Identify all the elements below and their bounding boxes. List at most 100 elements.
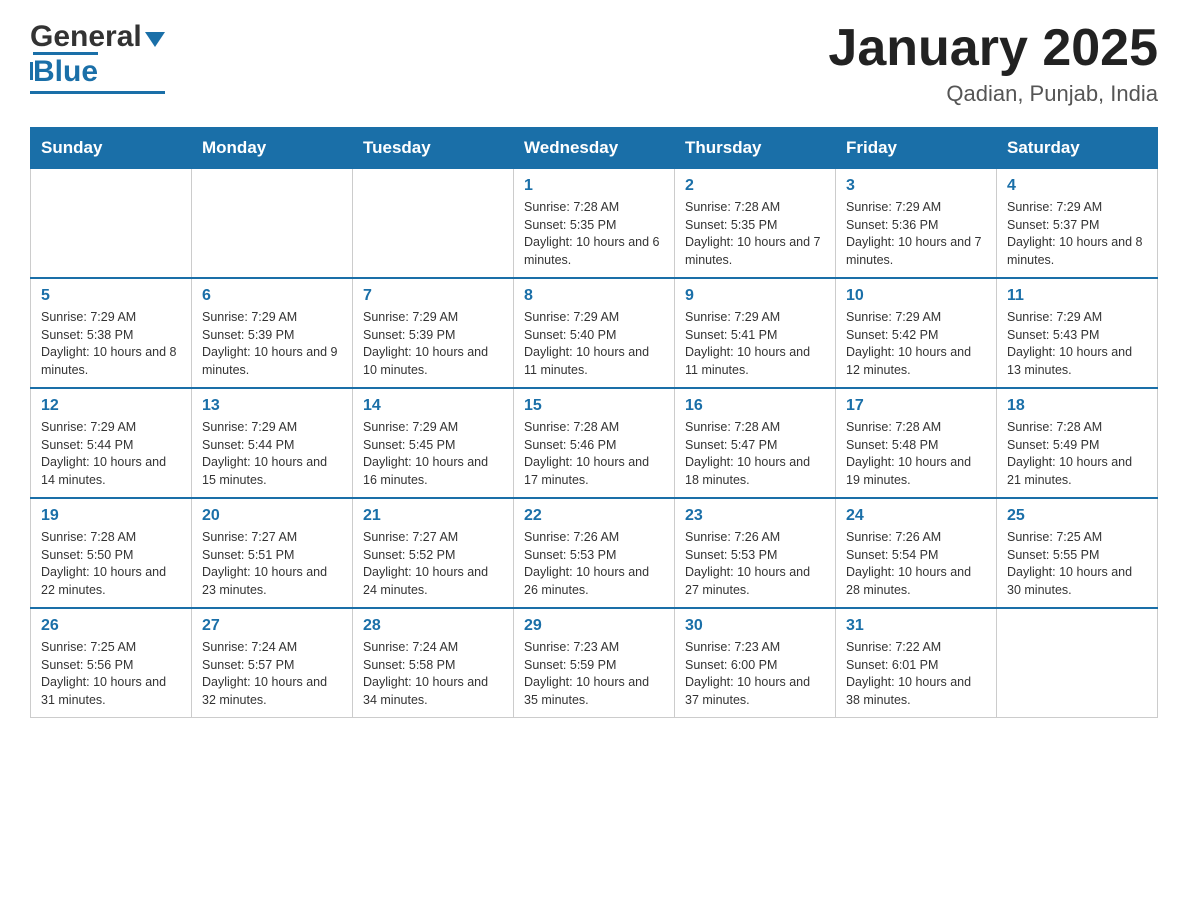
calendar-table: SundayMondayTuesdayWednesdayThursdayFrid… bbox=[30, 127, 1158, 718]
calendar-cell: 25 Sunrise: 7:25 AM Sunset: 5:55 PM Dayli… bbox=[997, 498, 1158, 608]
calendar-cell: 7 Sunrise: 7:29 AM Sunset: 5:39 PM Daylig… bbox=[353, 278, 514, 388]
day-of-week-header: Thursday bbox=[675, 128, 836, 169]
calendar-cell: 13Sunrise: 7:29 AM Sunset: 5:44 PM Dayli… bbox=[192, 388, 353, 498]
calendar-cell bbox=[31, 169, 192, 279]
day-number: 2 bbox=[685, 177, 825, 195]
day-number: 13 bbox=[202, 397, 342, 415]
logo-general-text: General bbox=[30, 20, 142, 54]
day-number: 12 bbox=[41, 397, 181, 415]
day-of-week-header: Friday bbox=[836, 128, 997, 169]
day-info: Sunrise: 7:28 AM Sunset: 5:49 PM Dayligh… bbox=[1007, 419, 1147, 489]
calendar-cell: 22 Sunrise: 7:26 AM Sunset: 5:53 PM Dayli… bbox=[514, 498, 675, 608]
calendar-cell: 15Sunrise: 7:28 AM Sunset: 5:46 PM Dayli… bbox=[514, 388, 675, 498]
day-number: 5 bbox=[41, 287, 181, 305]
calendar-cell: 28 Sunrise: 7:24 AM Sunset: 5:58 PM Dayli… bbox=[353, 608, 514, 718]
day-info: Sunrise: 7:29 AM Sunset: 5:41 PM Dayligh… bbox=[685, 309, 825, 379]
calendar-cell: 2 Sunrise: 7:28 AM Sunset: 5:35 PM Daylig… bbox=[675, 169, 836, 279]
day-info: Sunrise: 7:26 AM Sunset: 5:53 PM Dayligh… bbox=[524, 529, 664, 599]
calendar-cell: 17 Sunrise: 7:28 AM Sunset: 5:48 PM Dayli… bbox=[836, 388, 997, 498]
calendar-cell: 24 Sunrise: 7:26 AM Sunset: 5:54 PM Dayli… bbox=[836, 498, 997, 608]
day-number: 22 bbox=[524, 507, 664, 525]
logo-blue-text: Blue bbox=[33, 52, 98, 89]
day-of-week-header: Saturday bbox=[997, 128, 1158, 169]
calendar-cell: 16 Sunrise: 7:28 AM Sunset: 5:47 PM Dayli… bbox=[675, 388, 836, 498]
calendar-cell: 29 Sunrise: 7:23 AM Sunset: 5:59 PM Dayli… bbox=[514, 608, 675, 718]
day-info: Sunrise: 7:28 AM Sunset: 5:46 PM Dayligh… bbox=[524, 419, 664, 489]
calendar-cell: 19Sunrise: 7:28 AM Sunset: 5:50 PM Dayli… bbox=[31, 498, 192, 608]
day-info: Sunrise: 7:29 AM Sunset: 5:39 PM Dayligh… bbox=[363, 309, 503, 379]
calendar-cell: 4 Sunrise: 7:29 AM Sunset: 5:37 PM Daylig… bbox=[997, 169, 1158, 279]
day-info: Sunrise: 7:26 AM Sunset: 5:54 PM Dayligh… bbox=[846, 529, 986, 599]
calendar-cell: 31Sunrise: 7:22 AM Sunset: 6:01 PM Dayli… bbox=[836, 608, 997, 718]
calendar-cell: 14Sunrise: 7:29 AM Sunset: 5:45 PM Dayli… bbox=[353, 388, 514, 498]
calendar-cell: 3 Sunrise: 7:29 AM Sunset: 5:36 PM Daylig… bbox=[836, 169, 997, 279]
day-info: Sunrise: 7:28 AM Sunset: 5:50 PM Dayligh… bbox=[41, 529, 181, 599]
day-number: 6 bbox=[202, 287, 342, 305]
day-info: Sunrise: 7:27 AM Sunset: 5:52 PM Dayligh… bbox=[363, 529, 503, 599]
calendar-cell: 20 Sunrise: 7:27 AM Sunset: 5:51 PM Dayli… bbox=[192, 498, 353, 608]
location: Qadian, Punjab, India bbox=[828, 81, 1158, 107]
day-number: 18 bbox=[1007, 397, 1147, 415]
day-number: 9 bbox=[685, 287, 825, 305]
day-info: Sunrise: 7:25 AM Sunset: 5:56 PM Dayligh… bbox=[41, 639, 181, 709]
calendar-cell: 23Sunrise: 7:26 AM Sunset: 5:53 PM Dayli… bbox=[675, 498, 836, 608]
calendar-cell: 8 Sunrise: 7:29 AM Sunset: 5:40 PM Daylig… bbox=[514, 278, 675, 388]
calendar-cell: 11Sunrise: 7:29 AM Sunset: 5:43 PM Dayli… bbox=[997, 278, 1158, 388]
calendar-cell: 10Sunrise: 7:29 AM Sunset: 5:42 PM Dayli… bbox=[836, 278, 997, 388]
day-number: 17 bbox=[846, 397, 986, 415]
month-title: January 2025 bbox=[828, 20, 1158, 77]
day-number: 24 bbox=[846, 507, 986, 525]
logo: General Blue bbox=[30, 20, 165, 94]
calendar-cell: 9 Sunrise: 7:29 AM Sunset: 5:41 PM Daylig… bbox=[675, 278, 836, 388]
calendar-cell: 12 Sunrise: 7:29 AM Sunset: 5:44 PM Dayli… bbox=[31, 388, 192, 498]
day-info: Sunrise: 7:28 AM Sunset: 5:35 PM Dayligh… bbox=[685, 199, 825, 269]
day-number: 31 bbox=[846, 617, 986, 635]
day-info: Sunrise: 7:24 AM Sunset: 5:58 PM Dayligh… bbox=[363, 639, 503, 709]
day-info: Sunrise: 7:29 AM Sunset: 5:39 PM Dayligh… bbox=[202, 309, 342, 379]
day-of-week-header: Sunday bbox=[31, 128, 192, 169]
day-of-week-header: Wednesday bbox=[514, 128, 675, 169]
day-info: Sunrise: 7:24 AM Sunset: 5:57 PM Dayligh… bbox=[202, 639, 342, 709]
calendar-cell: 27 Sunrise: 7:24 AM Sunset: 5:57 PM Dayli… bbox=[192, 608, 353, 718]
day-number: 3 bbox=[846, 177, 986, 195]
day-number: 7 bbox=[363, 287, 503, 305]
day-number: 4 bbox=[1007, 177, 1147, 195]
calendar-cell: 1Sunrise: 7:28 AM Sunset: 5:35 PM Daylig… bbox=[514, 169, 675, 279]
day-info: Sunrise: 7:28 AM Sunset: 5:48 PM Dayligh… bbox=[846, 419, 986, 489]
day-info: Sunrise: 7:29 AM Sunset: 5:43 PM Dayligh… bbox=[1007, 309, 1147, 379]
calendar-cell bbox=[997, 608, 1158, 718]
calendar-cell: 26 Sunrise: 7:25 AM Sunset: 5:56 PM Dayli… bbox=[31, 608, 192, 718]
day-number: 20 bbox=[202, 507, 342, 525]
day-number: 28 bbox=[363, 617, 503, 635]
day-info: Sunrise: 7:27 AM Sunset: 5:51 PM Dayligh… bbox=[202, 529, 342, 599]
day-number: 27 bbox=[202, 617, 342, 635]
calendar-cell: 30Sunrise: 7:23 AM Sunset: 6:00 PM Dayli… bbox=[675, 608, 836, 718]
calendar-week-row: 12 Sunrise: 7:29 AM Sunset: 5:44 PM Dayli… bbox=[31, 388, 1158, 498]
calendar-header-row: SundayMondayTuesdayWednesdayThursdayFrid… bbox=[31, 128, 1158, 169]
day-info: Sunrise: 7:29 AM Sunset: 5:42 PM Dayligh… bbox=[846, 309, 986, 379]
day-number: 8 bbox=[524, 287, 664, 305]
day-info: Sunrise: 7:28 AM Sunset: 5:47 PM Dayligh… bbox=[685, 419, 825, 489]
day-number: 30 bbox=[685, 617, 825, 635]
day-info: Sunrise: 7:29 AM Sunset: 5:40 PM Dayligh… bbox=[524, 309, 664, 379]
day-info: Sunrise: 7:23 AM Sunset: 5:59 PM Dayligh… bbox=[524, 639, 664, 709]
calendar-cell bbox=[192, 169, 353, 279]
calendar-week-row: 5Sunrise: 7:29 AM Sunset: 5:38 PM Daylig… bbox=[31, 278, 1158, 388]
day-of-week-header: Tuesday bbox=[353, 128, 514, 169]
day-number: 26 bbox=[41, 617, 181, 635]
calendar-week-row: 26 Sunrise: 7:25 AM Sunset: 5:56 PM Dayli… bbox=[31, 608, 1158, 718]
calendar-week-row: 19Sunrise: 7:28 AM Sunset: 5:50 PM Dayli… bbox=[31, 498, 1158, 608]
day-info: Sunrise: 7:29 AM Sunset: 5:36 PM Dayligh… bbox=[846, 199, 986, 269]
day-info: Sunrise: 7:29 AM Sunset: 5:44 PM Dayligh… bbox=[41, 419, 181, 489]
title-block: January 2025 Qadian, Punjab, India bbox=[828, 20, 1158, 107]
day-info: Sunrise: 7:29 AM Sunset: 5:37 PM Dayligh… bbox=[1007, 199, 1147, 269]
day-number: 23 bbox=[685, 507, 825, 525]
day-number: 16 bbox=[685, 397, 825, 415]
calendar-cell: 18 Sunrise: 7:28 AM Sunset: 5:49 PM Dayli… bbox=[997, 388, 1158, 498]
calendar-cell: 6 Sunrise: 7:29 AM Sunset: 5:39 PM Daylig… bbox=[192, 278, 353, 388]
day-number: 25 bbox=[1007, 507, 1147, 525]
day-info: Sunrise: 7:25 AM Sunset: 5:55 PM Dayligh… bbox=[1007, 529, 1147, 599]
day-number: 14 bbox=[363, 397, 503, 415]
page-header: General Blue January 2025 Qadian, Punjab… bbox=[30, 20, 1158, 107]
day-number: 29 bbox=[524, 617, 664, 635]
